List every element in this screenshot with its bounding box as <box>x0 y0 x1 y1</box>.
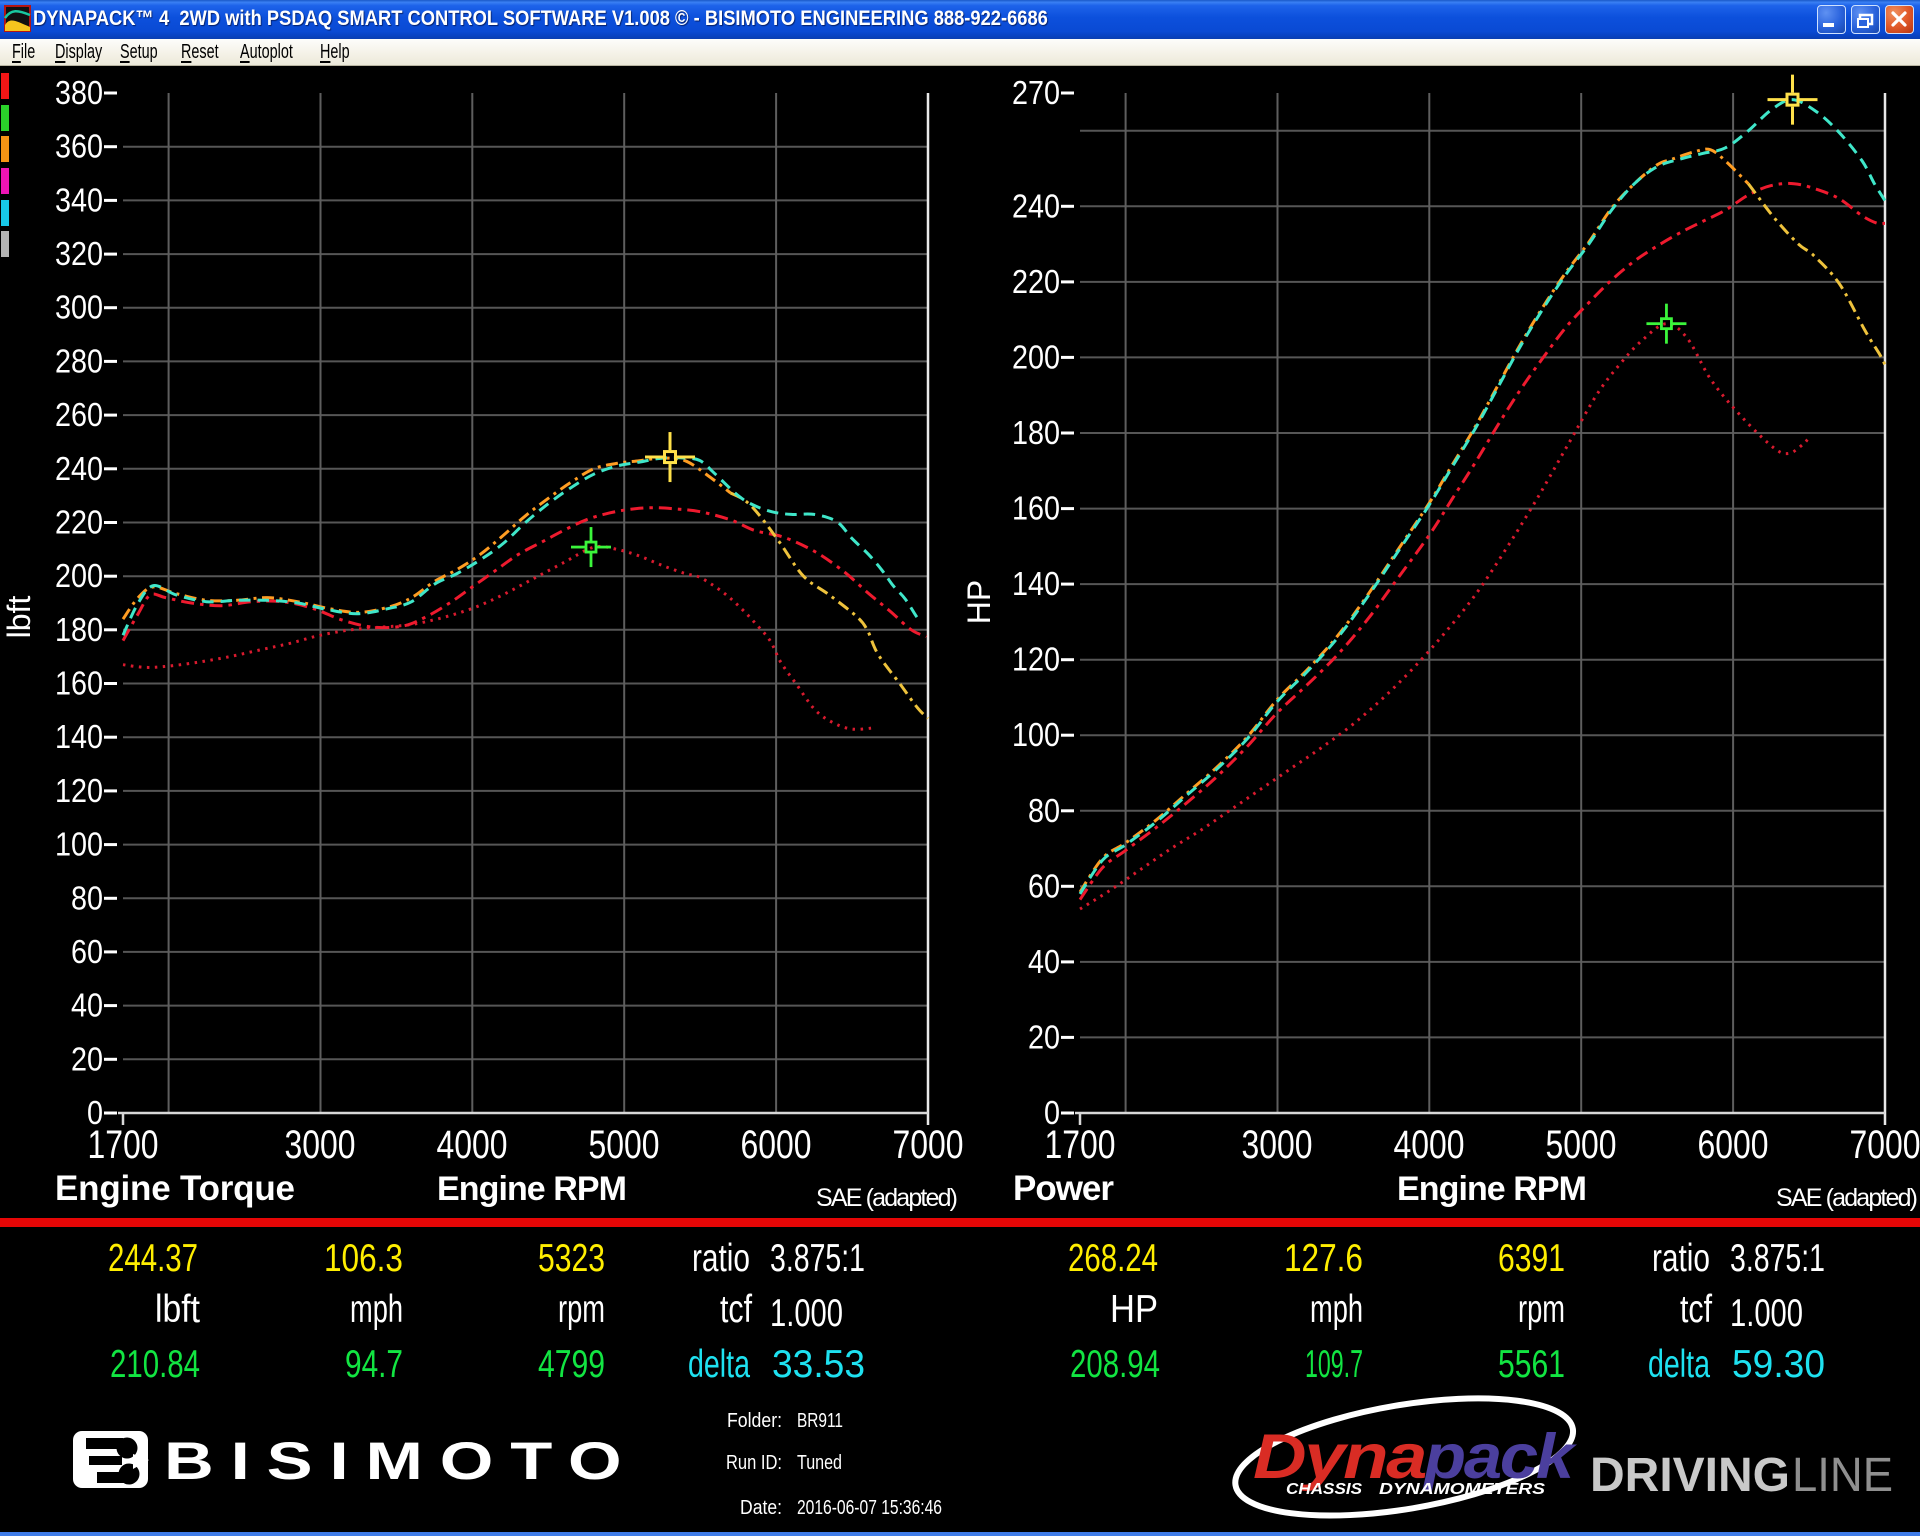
svg-text:5561: 5561 <box>1498 1343 1565 1386</box>
svg-text:59.30: 59.30 <box>1732 1343 1825 1386</box>
svg-text:rpm: rpm <box>1518 1288 1565 1331</box>
svg-text:Date:: Date: <box>740 1497 782 1519</box>
svg-text:1.000: 1.000 <box>1730 1292 1803 1335</box>
svg-text:120: 120 <box>55 772 103 809</box>
svg-text:160: 160 <box>1012 490 1060 527</box>
svg-text:360: 360 <box>55 128 103 165</box>
svg-text:5000: 5000 <box>1546 1123 1617 1167</box>
svg-text:BR911: BR911 <box>797 1410 843 1432</box>
svg-text:200: 200 <box>1012 338 1060 375</box>
svg-text:2016-06-07 15:36:46: 2016-06-07 15:36:46 <box>797 1497 942 1519</box>
svg-text:3000: 3000 <box>1242 1123 1313 1167</box>
svg-text:320: 320 <box>55 235 103 272</box>
svg-text:Engine Torque: Engine Torque <box>55 1169 295 1208</box>
svg-text:tcf: tcf <box>1680 1288 1712 1331</box>
svg-text:33.53: 33.53 <box>772 1343 865 1386</box>
svg-text:DYNAMOMETERS: DYNAMOMETERS <box>1379 1481 1545 1498</box>
svg-text:mph: mph <box>1310 1288 1363 1331</box>
svg-text:270: 270 <box>1012 74 1060 111</box>
svg-text:40: 40 <box>1028 943 1060 980</box>
svg-text:60: 60 <box>71 933 103 970</box>
svg-text:100: 100 <box>1012 716 1060 753</box>
svg-text:80: 80 <box>71 879 103 916</box>
svg-text:5323: 5323 <box>538 1237 605 1280</box>
svg-text:60: 60 <box>1028 867 1060 904</box>
svg-text:280: 280 <box>55 342 103 379</box>
svg-text:300: 300 <box>55 289 103 326</box>
svg-text:200: 200 <box>55 557 103 594</box>
svg-text:260: 260 <box>55 396 103 433</box>
svg-text:220: 220 <box>55 504 103 541</box>
svg-text:20: 20 <box>71 1040 103 1077</box>
svg-text:tcf: tcf <box>720 1288 752 1331</box>
svg-text:100: 100 <box>55 826 103 863</box>
svg-text:6000: 6000 <box>741 1123 812 1167</box>
svg-text:Power: Power <box>1013 1169 1114 1208</box>
svg-text:240: 240 <box>55 450 103 487</box>
svg-text:240: 240 <box>1012 187 1060 224</box>
svg-text:180: 180 <box>55 611 103 648</box>
svg-text:ratio: ratio <box>1652 1237 1710 1280</box>
svg-text:40: 40 <box>71 987 103 1024</box>
svg-text:HP: HP <box>961 580 997 624</box>
svg-text:94.7: 94.7 <box>345 1343 403 1386</box>
svg-text:4000: 4000 <box>437 1123 508 1167</box>
svg-text:140: 140 <box>1012 565 1060 602</box>
svg-text:1700: 1700 <box>1045 1123 1116 1167</box>
svg-text:160: 160 <box>55 665 103 702</box>
svg-text:6000: 6000 <box>1698 1123 1769 1167</box>
svg-text:4799: 4799 <box>538 1343 605 1386</box>
svg-text:1700: 1700 <box>88 1123 159 1167</box>
svg-text:CHASSIS: CHASSIS <box>1286 1481 1362 1498</box>
svg-text:ratio: ratio <box>692 1237 750 1280</box>
svg-text:340: 340 <box>55 181 103 218</box>
svg-text:106.3: 106.3 <box>324 1237 403 1280</box>
svg-text:20: 20 <box>1028 1018 1060 1055</box>
svg-text:LINE: LINE <box>1792 1449 1893 1502</box>
svg-text:120: 120 <box>1012 641 1060 678</box>
svg-text:lbft: lbft <box>155 1288 200 1331</box>
svg-text:3.875:1: 3.875:1 <box>1730 1237 1825 1280</box>
svg-text:delta: delta <box>688 1343 750 1386</box>
svg-text:HP: HP <box>1110 1288 1158 1331</box>
svg-text:3.875:1: 3.875:1 <box>770 1237 865 1280</box>
svg-text:380: 380 <box>55 74 103 111</box>
svg-text:6391: 6391 <box>1498 1237 1565 1280</box>
svg-text:Engine RPM: Engine RPM <box>1397 1170 1587 1208</box>
svg-text:5000: 5000 <box>589 1123 660 1167</box>
svg-text:mph: mph <box>350 1288 403 1331</box>
svg-text:180: 180 <box>1012 414 1060 451</box>
svg-text:rpm: rpm <box>558 1288 605 1331</box>
svg-text:80: 80 <box>1028 792 1060 829</box>
svg-text:Folder:: Folder: <box>727 1410 782 1432</box>
svg-text:140: 140 <box>55 718 103 755</box>
svg-text:210.84: 210.84 <box>110 1343 200 1386</box>
svg-text:3000: 3000 <box>285 1123 356 1167</box>
svg-text:7000: 7000 <box>893 1123 964 1167</box>
svg-text:109.7: 109.7 <box>1305 1343 1363 1386</box>
svg-text:SAE (adapted): SAE (adapted) <box>816 1184 958 1212</box>
svg-text:4000: 4000 <box>1394 1123 1465 1167</box>
svg-text:DRIVING: DRIVING <box>1590 1449 1790 1502</box>
svg-text:Run ID:: Run ID: <box>726 1452 782 1474</box>
svg-text:Engine RPM: Engine RPM <box>437 1170 627 1208</box>
svg-text:7000: 7000 <box>1850 1123 1920 1167</box>
svg-text:SAE (adapted): SAE (adapted) <box>1776 1184 1918 1212</box>
svg-text:1.000: 1.000 <box>770 1292 843 1335</box>
svg-text:268.24: 268.24 <box>1068 1237 1158 1280</box>
svg-text:lbft: lbft <box>1 596 37 639</box>
svg-text:127.6: 127.6 <box>1284 1237 1363 1280</box>
svg-text:208.94: 208.94 <box>1070 1343 1160 1386</box>
svg-text:220: 220 <box>1012 263 1060 300</box>
svg-text:244.37: 244.37 <box>108 1237 198 1280</box>
svg-text:Tuned: Tuned <box>797 1452 842 1474</box>
svg-text:delta: delta <box>1648 1343 1710 1386</box>
